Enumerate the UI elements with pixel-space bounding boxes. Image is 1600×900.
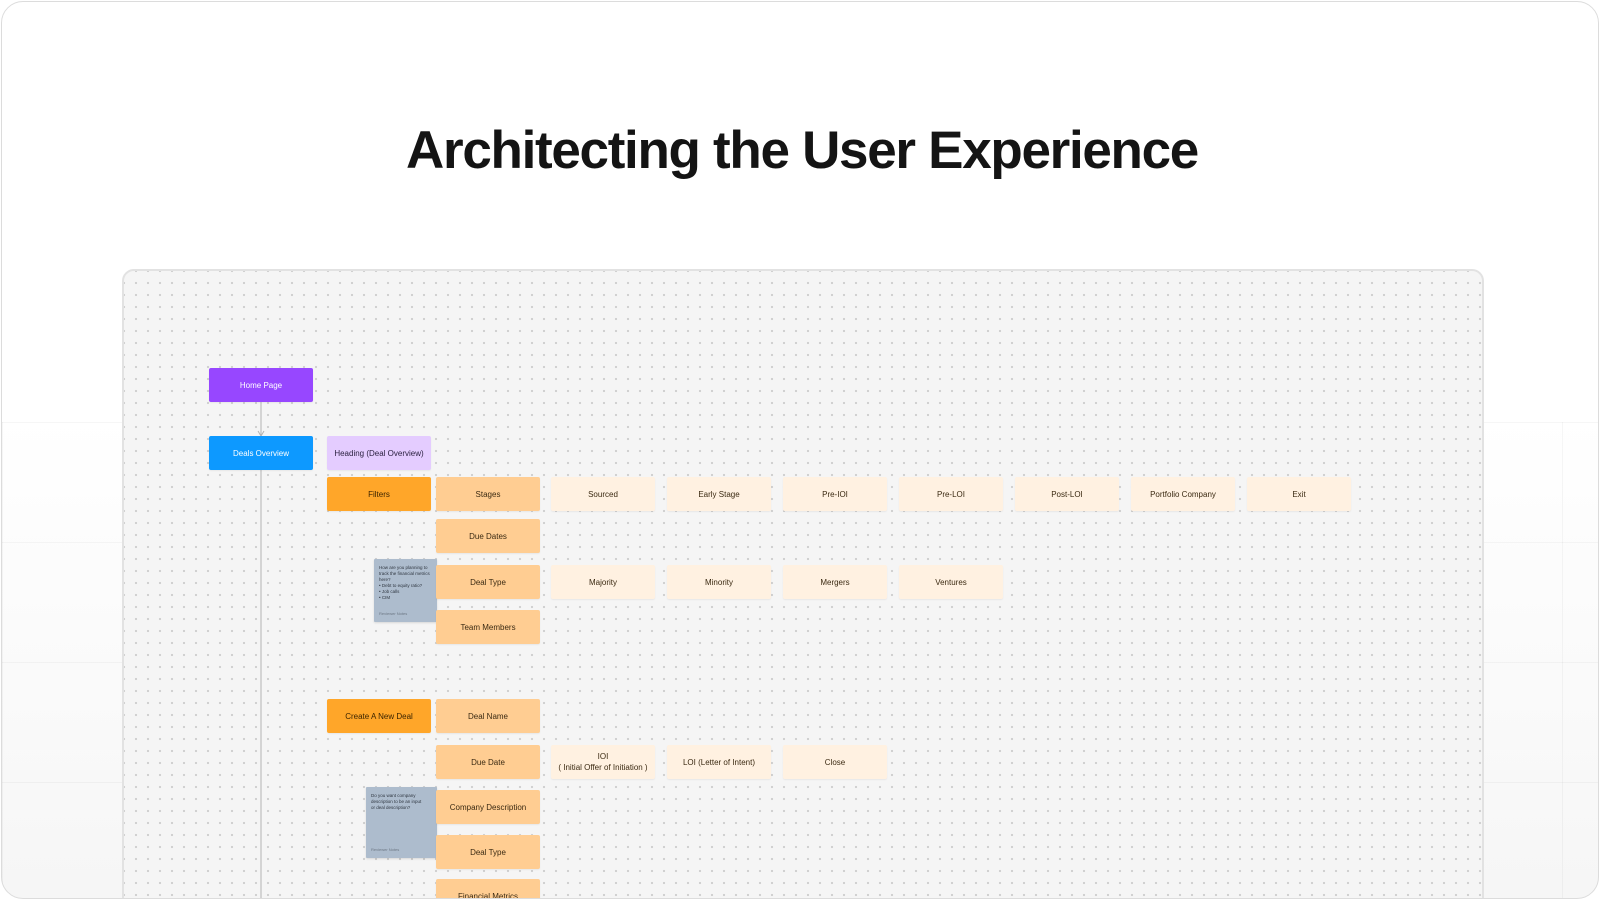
option-stage-pre-ioi[interactable]: Pre-IOI — [783, 477, 887, 511]
node-create-new-deal[interactable]: Create A New Deal — [327, 699, 431, 733]
sticky-note-author: Reviewer Notes — [371, 847, 400, 852]
node-deal-type-create[interactable]: Deal Type — [436, 835, 540, 869]
node-due-date[interactable]: Due Date — [436, 745, 540, 779]
node-filters[interactable]: Filters — [327, 477, 431, 511]
option-deal-type-majority[interactable]: Majority — [551, 565, 655, 599]
sticky-note-financial-metrics[interactable]: How are you planning to track the financ… — [374, 559, 437, 622]
option-deal-type-ventures[interactable]: Ventures — [899, 565, 1003, 599]
node-deal-type-filter[interactable]: Deal Type — [436, 565, 540, 599]
sticky-note-line: or deal description? — [371, 805, 411, 810]
presentation-frame: Architecting the User Experience Home Pa… — [1, 1, 1599, 899]
node-due-dates[interactable]: Due Dates — [436, 519, 540, 553]
option-stage-early-stage[interactable]: Early Stage — [667, 477, 771, 511]
sticky-note-line: • CIM — [379, 595, 391, 600]
option-due-date-close[interactable]: Close — [783, 745, 887, 779]
option-stage-portfolio-company[interactable]: Portfolio Company — [1131, 477, 1235, 511]
node-stages[interactable]: Stages — [436, 477, 540, 511]
option-stage-sourced[interactable]: Sourced — [551, 477, 655, 511]
option-stage-post-loi[interactable]: Post-LOI — [1015, 477, 1119, 511]
option-due-date-ioi[interactable]: IOI ( Initial Offer of Initiation ) — [551, 745, 655, 779]
node-financial-metrics[interactable]: Financial Metrics — [436, 879, 540, 898]
sticky-note-author: Reviewer Notes — [379, 611, 408, 616]
page: Architecting the User Experience Home Pa… — [0, 0, 1600, 900]
node-company-description[interactable]: Company Description — [436, 790, 540, 824]
node-deals-overview[interactable]: Deals Overview — [209, 436, 313, 470]
sticky-note-company-description[interactable]: Do you want company description to be an… — [366, 787, 437, 858]
node-heading-deal-overview[interactable]: Heading (Deal Overview) — [327, 436, 431, 470]
option-due-date-loi[interactable]: LOI (Letter of Intent) — [667, 745, 771, 779]
node-deal-name[interactable]: Deal Name — [436, 699, 540, 733]
option-deal-type-mergers[interactable]: Mergers — [783, 565, 887, 599]
option-deal-type-minority[interactable]: Minority — [667, 565, 771, 599]
node-home-page[interactable]: Home Page — [209, 368, 313, 402]
option-stage-exit[interactable]: Exit — [1247, 477, 1351, 511]
node-team-members[interactable]: Team Members — [436, 610, 540, 644]
page-title: Architecting the User Experience — [406, 121, 1199, 180]
option-stage-pre-loi[interactable]: Pre-LOI — [899, 477, 1003, 511]
diagram-canvas[interactable]: Home Page Deals Overview Heading (Deal O… — [122, 269, 1484, 898]
